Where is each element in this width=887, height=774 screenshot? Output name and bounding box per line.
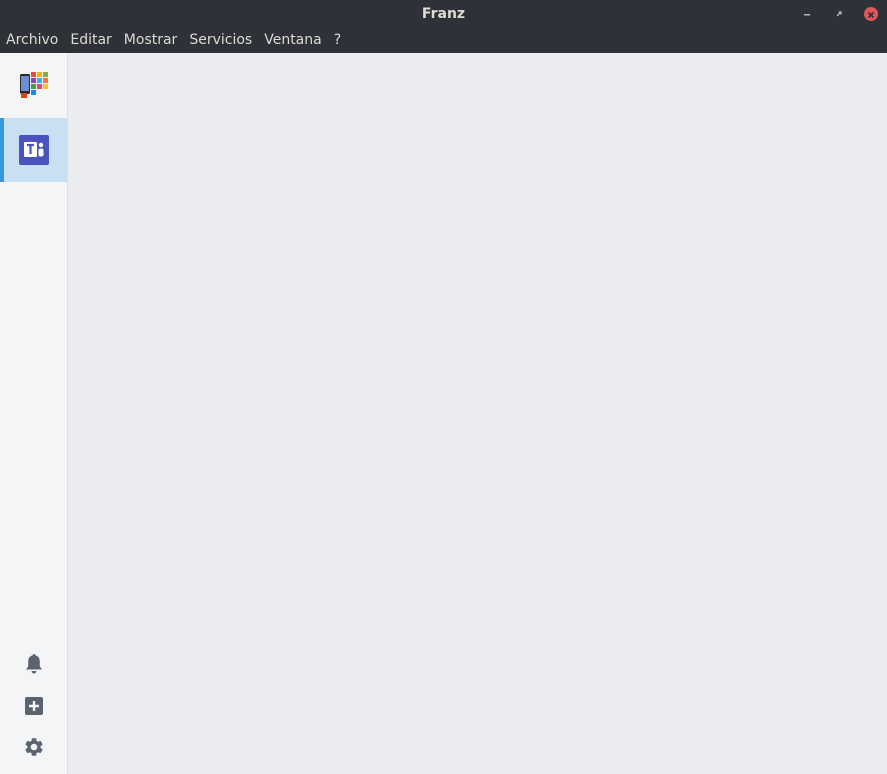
service-tab-teams[interactable] <box>0 118 67 182</box>
menu-ventana[interactable]: Ventana <box>258 28 328 53</box>
service-content-area <box>68 53 887 774</box>
menu-mostrar[interactable]: Mostrar <box>118 28 184 53</box>
sidebar <box>0 53 68 774</box>
settings-gear-icon <box>25 738 43 756</box>
active-service-indicator <box>0 118 4 182</box>
add-service-icon <box>25 697 43 715</box>
service-tab-apps[interactable] <box>0 53 67 117</box>
minimize-icon <box>804 14 810 16</box>
restore-icon <box>836 11 842 17</box>
menu-help[interactable]: ? <box>328 28 347 53</box>
microsoft-teams-icon <box>18 135 49 165</box>
bell-icon <box>26 654 42 674</box>
menu-editar[interactable]: Editar <box>64 28 117 53</box>
settings-button[interactable] <box>22 735 46 759</box>
app-grid-icon <box>19 72 48 98</box>
menu-archivo[interactable]: Archivo <box>0 28 64 53</box>
menu-bar: Archivo Editar Mostrar Servicios Ventana… <box>0 28 887 53</box>
notifications-button[interactable] <box>22 652 46 676</box>
close-icon <box>864 7 878 21</box>
app-window: Franz Archivo Editar Mostrar Servicios V… <box>0 0 887 774</box>
add-service-button[interactable] <box>22 694 46 718</box>
close-button[interactable] <box>863 6 879 22</box>
title-bar: Franz <box>0 0 887 28</box>
window-title: Franz <box>421 6 466 22</box>
maximize-button[interactable] <box>831 6 847 22</box>
menu-servicios[interactable]: Servicios <box>183 28 258 53</box>
minimize-button[interactable] <box>799 6 815 22</box>
